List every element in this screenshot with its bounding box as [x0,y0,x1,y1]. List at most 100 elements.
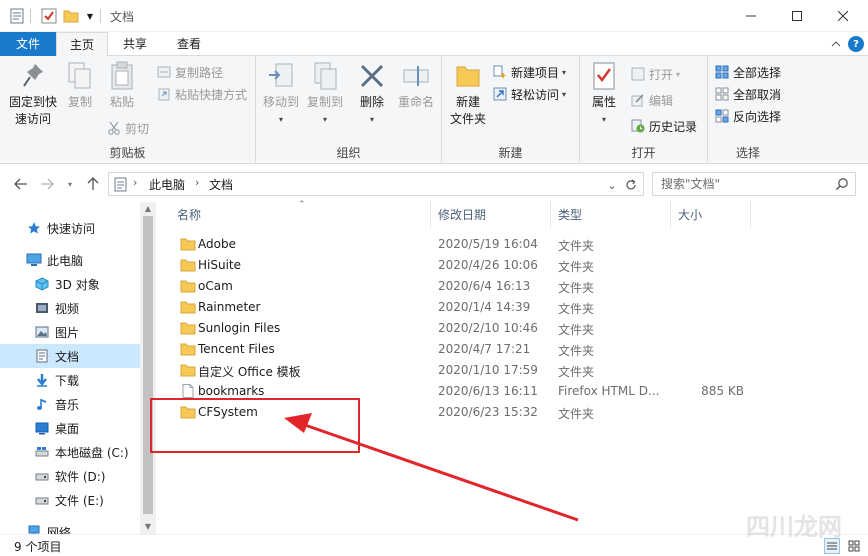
nav-item-drive-d[interactable]: 软件 (D:) [0,464,140,488]
delete-button[interactable]: 删除 ▾ [354,60,390,128]
nav-item-drive-c[interactable]: 本地磁盘 (C:) [0,440,140,464]
scroll-down-chevron-icon[interactable]: ▼ [140,520,156,534]
copy-to-button[interactable]: 复制到 ▾ [304,60,346,128]
crumb-separator-icon[interactable]: › [133,176,137,189]
file-row-sunlogin-files[interactable]: Sunlogin Files 2020/2/10 10:46 文件夹 [172,318,772,339]
file-row-rainmeter[interactable]: Rainmeter 2020/1/4 14:39 文件夹 [172,297,772,318]
nav-item-pictures[interactable]: 图片 [0,320,140,344]
pc-icon [26,252,42,268]
search-box[interactable] [652,172,856,196]
easy-access-button[interactable]: 轻松访问 ▾ [492,84,566,104]
tab-file[interactable]: 文件 [0,32,56,56]
scroll-up-chevron-icon[interactable]: ▲ [140,202,156,216]
nav-item-network[interactable]: 网络 [0,520,140,534]
tab-view[interactable]: 查看 [164,32,214,56]
move-to-button[interactable]: 移动到 ▾ [260,60,302,128]
delete-x-icon [356,60,388,92]
window-title: 文档 [110,10,135,24]
paste-shortcut-button[interactable]: 粘贴快捷方式 [156,84,247,104]
history-icon [630,118,646,134]
navigation-scrollbar[interactable]: ▲ ▼ [140,202,156,534]
tab-share[interactable]: 共享 [112,32,158,56]
nav-item-quick-access[interactable]: 快速访问 [0,216,140,240]
edit-pencil-icon [630,92,646,108]
properties-button[interactable]: 属性 ▾ [586,60,622,128]
large-icons-view-icon[interactable] [846,538,862,554]
file-list: ⌃ 名称 修改日期 类型 大小 Adobe 2020/5/19 16:04 文件… [160,200,868,534]
column-header-date[interactable]: 修改日期 [438,202,486,228]
address-dropdown-chevron-icon[interactable]: ⌄ [605,178,619,192]
drive-icon [34,468,50,484]
file-row-ocam[interactable]: oCam 2020/6/4 16:13 文件夹 [172,276,772,297]
search-icon[interactable] [835,177,849,191]
paste-label: 粘贴 [109,95,134,109]
new-folder-quick-icon[interactable] [62,7,80,25]
invert-selection-button[interactable]: 反向选择 [714,106,781,126]
nav-item-videos[interactable]: 视频 [0,296,140,320]
rename-label: 重命名 [397,95,434,109]
nav-item-music[interactable]: 音乐 [0,392,140,416]
column-header-name[interactable]: 名称 [177,202,201,228]
crumb-separator-icon[interactable]: › [195,176,199,189]
rename-button[interactable]: 重命名 [394,60,438,111]
open-button[interactable]: 打开 ▾ [630,64,680,84]
select-none-button[interactable]: 全部取消 [714,84,781,104]
column-divider[interactable] [670,202,671,228]
checkmark-quick-icon[interactable] [40,7,58,25]
ribbon-expand-chevron-icon[interactable] [828,36,844,52]
copy-button[interactable]: 复制 [62,60,98,111]
nav-item-this-pc[interactable]: 此电脑 [0,248,140,272]
column-header-size[interactable]: 大小 [678,202,702,228]
search-input[interactable] [661,176,831,192]
copy-to-label: 复制到 [306,95,343,109]
paste-button[interactable]: 粘贴 [100,60,144,111]
ribbon-group-new: 新建 文件夹 新建项目 ▾ 轻松访问 ▾ 新建 [442,56,580,164]
nav-label: 此电脑 [47,253,84,268]
scrollbar-thumb[interactable] [143,216,153,514]
file-row-hisuite[interactable]: HiSuite 2020/4/26 10:06 文件夹 [172,255,772,276]
document-icon [34,348,50,364]
forward-arrow-icon[interactable] [38,175,56,193]
edit-button[interactable]: 编辑 [630,90,673,110]
history-button[interactable]: 历史记录 [630,116,697,136]
recent-locations-chevron-icon[interactable]: ▾ [64,175,76,193]
nav-item-downloads[interactable]: 下载 [0,368,140,392]
crumb-documents[interactable]: 文档 [209,176,233,193]
nav-item-3d-objects[interactable]: 3D 对象 [0,272,140,296]
minimize-button[interactable] [728,0,774,32]
copy-path-button[interactable]: 复制路径 [156,62,223,82]
qa-customize-chevron-icon[interactable]: ▼ [84,7,96,25]
column-divider[interactable] [550,202,551,228]
download-icon [34,372,50,388]
column-divider[interactable] [430,202,431,228]
new-item-button[interactable]: 新建项目 ▾ [492,62,566,82]
column-header-type[interactable]: 类型 [558,202,582,228]
star-icon [26,220,42,236]
tab-home[interactable]: 主页 [56,32,108,57]
crumb-this-pc[interactable]: 此电脑 [149,176,185,193]
refresh-icon[interactable] [623,177,639,193]
column-divider[interactable] [750,202,751,228]
cut-button[interactable]: 剪切 [106,118,149,138]
pin-to-quick-access-button[interactable]: 固定到快 速访问 [6,60,60,128]
maximize-button[interactable] [774,0,820,32]
select-all-button[interactable]: 全部选择 [714,62,781,82]
close-button[interactable] [820,0,866,32]
back-arrow-icon[interactable] [12,175,30,193]
html-file-icon [182,384,194,398]
new-folder-button[interactable]: 新建 文件夹 [446,60,490,128]
help-icon[interactable]: ? [848,36,864,52]
file-name: Tencent Files [198,342,275,356]
file-row-adobe[interactable]: Adobe 2020/5/19 16:04 文件夹 [172,234,772,255]
up-arrow-icon[interactable] [84,175,102,193]
open-icon [630,66,646,82]
address-bar[interactable]: › 此电脑 › 文档 ⌄ [108,172,644,196]
nav-item-desktop[interactable]: 桌面 [0,416,140,440]
nav-item-documents[interactable]: 文档 [0,344,140,368]
edit-label: 编辑 [649,93,674,108]
nav-item-drive-e[interactable]: 文件 (E:) [0,488,140,512]
file-type: 文件夹 [558,260,595,274]
file-row-office-templates[interactable]: 自定义 Office 模板 2020/1/10 17:59 文件夹 [172,360,772,381]
file-row-tencent-files[interactable]: Tencent Files 2020/4/7 17:21 文件夹 [172,339,772,360]
properties-quick-icon[interactable] [8,7,26,25]
